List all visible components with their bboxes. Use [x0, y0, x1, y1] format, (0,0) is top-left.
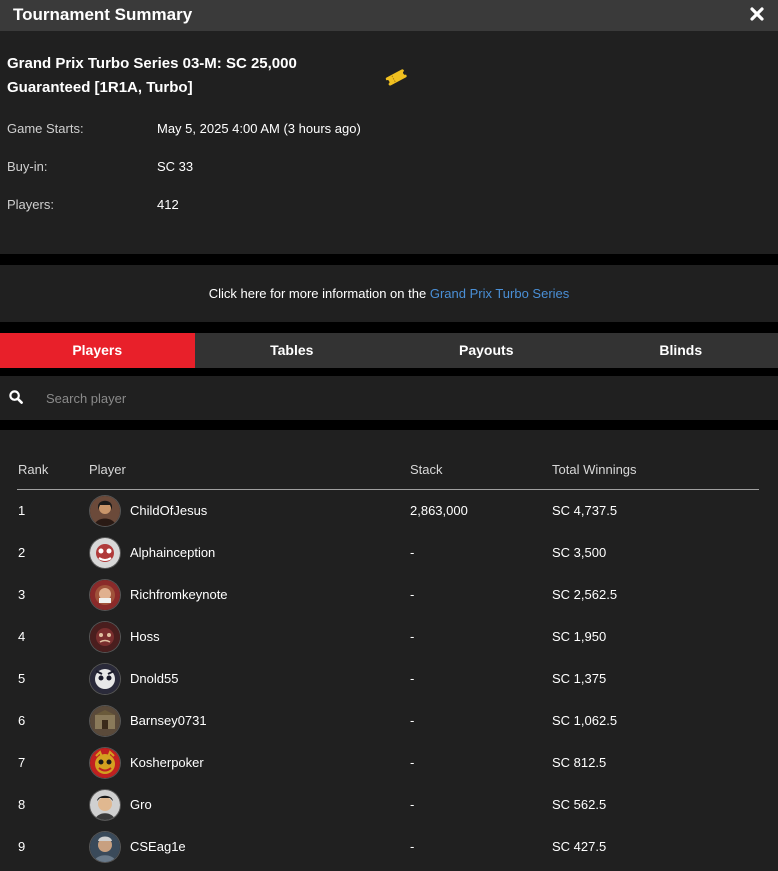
- table-row[interactable]: 1 ChildOfJesus 2,863,000 SC 4,737.5: [17, 490, 759, 532]
- tab-players[interactable]: Players: [0, 333, 195, 368]
- more-info-text: Click here for more information on the: [208, 286, 430, 301]
- row-rank: 7: [18, 755, 26, 770]
- row-player-name: Gro: [130, 797, 152, 812]
- tab-tables[interactable]: Tables: [195, 333, 390, 368]
- game-starts-label: Game Starts:: [7, 121, 84, 136]
- row-rank: 6: [18, 713, 26, 728]
- row-player-name: Kosherpoker: [130, 755, 204, 770]
- window-title: Tournament Summary: [13, 5, 193, 24]
- row-stack: 2,863,000: [410, 503, 468, 518]
- avatar: [90, 790, 120, 820]
- players-count-value: 412: [157, 197, 179, 212]
- avatar: [90, 538, 120, 568]
- row-winnings: SC 3,500: [552, 545, 607, 560]
- row-rank: 2: [18, 545, 26, 560]
- row-winnings: SC 562.5: [552, 797, 607, 812]
- table-row[interactable]: 4 Hoss - SC 1,950: [17, 616, 759, 658]
- row-winnings: SC 427.5: [552, 839, 607, 854]
- row-stack: -: [410, 755, 415, 770]
- row-player-name: CSEag1e: [130, 839, 186, 854]
- search-icon: [9, 390, 23, 404]
- row-rank: 5: [18, 671, 26, 686]
- game-starts-value: May 5, 2025 4:00 AM (3 hours ago): [157, 121, 361, 136]
- row-player-name: Richfromkeynote: [130, 587, 228, 602]
- row-winnings: SC 4,737.5: [552, 503, 618, 518]
- tournament-name: Grand Prix Turbo Series 03-M: SC 25,000 …: [7, 55, 297, 96]
- avatar: [90, 706, 120, 736]
- avatar: [90, 664, 120, 694]
- row-rank: 1: [18, 503, 26, 518]
- avatar: [90, 580, 120, 610]
- header-total-winnings[interactable]: Total Winnings: [552, 454, 637, 486]
- table-row[interactable]: 9 CSEag1e - SC 427.5: [17, 826, 759, 868]
- row-stack: -: [410, 671, 415, 686]
- header-player[interactable]: Player: [89, 454, 126, 486]
- tab-blinds[interactable]: Blinds: [584, 333, 778, 368]
- title-bar: Tournament Summary: [0, 0, 778, 31]
- row-winnings: SC 1,375: [552, 671, 607, 686]
- buyin-label: Buy-in:: [7, 159, 48, 174]
- row-rank: 9: [18, 839, 26, 854]
- tab-payouts[interactable]: Payouts: [389, 333, 584, 368]
- buyin-value: SC 33: [157, 159, 194, 174]
- row-player-name: Dnold55: [130, 671, 179, 686]
- table-row[interactable]: 6 Barnsey0731 - SC 1,062.5: [17, 700, 759, 742]
- row-player-name: Barnsey0731: [130, 713, 207, 728]
- avatar: [90, 622, 120, 652]
- row-stack: -: [410, 713, 415, 728]
- avatar: [90, 832, 120, 862]
- row-winnings: SC 1,062.5: [552, 713, 618, 728]
- table-header: Rank Player Stack Total Winnings: [17, 454, 759, 490]
- close-icon[interactable]: [750, 7, 764, 21]
- table-row[interactable]: 7 Kosherpoker - SC 812.5: [17, 742, 759, 784]
- row-winnings: SC 812.5: [552, 755, 607, 770]
- row-player-name: Hoss: [130, 629, 160, 644]
- row-winnings: SC 2,562.5: [552, 587, 618, 602]
- row-stack: -: [410, 587, 415, 602]
- row-winnings: SC 1,950: [552, 629, 607, 644]
- tournament-info-panel: Grand Prix Turbo Series 03-M: SC 25,000 …: [0, 31, 778, 254]
- row-stack: -: [410, 629, 415, 644]
- table-row[interactable]: 3 Richfromkeynote - SC 2,562.5: [17, 574, 759, 616]
- row-stack: -: [410, 545, 415, 560]
- search-input[interactable]: [38, 384, 754, 412]
- series-info-link[interactable]: Grand Prix Turbo Series: [430, 286, 569, 301]
- row-stack: -: [410, 797, 415, 812]
- avatar: [90, 496, 120, 526]
- row-rank: 8: [18, 797, 26, 812]
- players-count-label: Players:: [7, 197, 54, 212]
- row-rank: 4: [18, 629, 26, 644]
- player-rows: 1 ChildOfJesus 2,863,000 SC 4,737.5 2 Al…: [17, 490, 759, 868]
- avatar: [90, 748, 120, 778]
- tab-bar: Players Tables Payouts Blinds: [0, 333, 778, 368]
- header-rank[interactable]: Rank: [18, 454, 48, 486]
- players-panel: Rank Player Stack Total Winnings 1 Child…: [0, 430, 778, 871]
- row-player-name: ChildOfJesus: [130, 503, 208, 518]
- row-player-name: Alphainception: [130, 545, 216, 560]
- more-info-banner: Click here for more information on the G…: [0, 265, 778, 322]
- ticket-icon: [384, 67, 408, 87]
- header-stack[interactable]: Stack: [410, 454, 443, 486]
- search-bar: [0, 376, 778, 420]
- row-stack: -: [410, 839, 415, 854]
- table-row[interactable]: 5 Dnold55 - SC 1,375: [17, 658, 759, 700]
- table-row[interactable]: 2 Alphainception - SC 3,500: [17, 532, 759, 574]
- table-row[interactable]: 8 Gro - SC 562.5: [17, 784, 759, 826]
- row-rank: 3: [18, 587, 26, 602]
